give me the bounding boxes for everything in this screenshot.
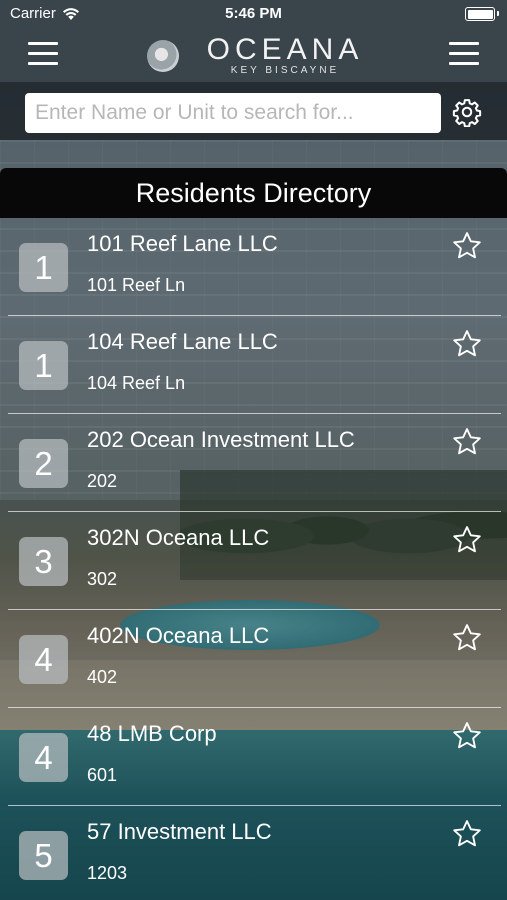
floor-badge-label: 1 xyxy=(34,346,53,384)
search-input[interactable] xyxy=(25,93,441,133)
resident-row[interactable]: 2 202 Ocean Investment LLC 202 xyxy=(0,414,507,512)
floor-badge: 3 xyxy=(19,537,68,586)
search-bar xyxy=(0,82,507,140)
hamburger-icon-bar xyxy=(28,52,58,55)
hamburger-icon-bar xyxy=(28,62,58,65)
star-outline-icon[interactable] xyxy=(451,622,483,654)
floor-badge-label: 2 xyxy=(34,444,53,482)
resident-unit: 104 Reef Ln xyxy=(87,373,186,393)
battery-level xyxy=(467,9,493,19)
status-bar: Carrier 5:46 PM xyxy=(0,0,507,28)
app-header: OCEANA KEY BISCAYNE xyxy=(0,28,507,82)
floor-badge-label: 1 xyxy=(34,248,53,286)
floor-badge-label: 5 xyxy=(34,836,53,874)
star-outline-icon[interactable] xyxy=(451,328,483,360)
circle-logo-icon xyxy=(147,40,179,72)
star-outline-icon[interactable] xyxy=(451,426,483,458)
floor-badge-label: 3 xyxy=(34,542,53,580)
left-menu-button[interactable] xyxy=(28,42,58,66)
resident-name: 104 Reef Lane LLC xyxy=(87,329,278,354)
floor-badge-label: 4 xyxy=(34,640,53,678)
resident-row[interactable]: 4 48 LMB Corp 601 xyxy=(0,708,507,806)
resident-name: 302N Oceana LLC xyxy=(87,525,270,550)
floor-badge: 4 xyxy=(19,733,68,782)
status-time: 5:46 PM xyxy=(225,5,282,22)
directory-title-bar: Residents Directory xyxy=(0,168,507,218)
resident-row[interactable]: 3 302N Oceana LLC 302 xyxy=(0,512,507,610)
hamburger-icon-bar xyxy=(449,42,479,45)
page-title: Residents Directory xyxy=(135,177,372,208)
resident-unit: 402 xyxy=(87,667,118,687)
resident-unit: 202 xyxy=(87,471,118,491)
resident-name: 202 Ocean Investment LLC xyxy=(87,427,355,452)
resident-name: 57 Investment LLC xyxy=(87,819,272,844)
resident-unit: 601 xyxy=(87,765,118,785)
brand-subtitle: KEY BISCAYNE xyxy=(230,65,340,76)
floor-badge: 2 xyxy=(19,439,68,488)
resident-unit: 101 Reef Ln xyxy=(87,275,186,295)
resident-row[interactable]: 1 104 Reef Lane LLC 104 Reef Ln xyxy=(0,316,507,414)
hamburger-icon-bar xyxy=(449,52,479,55)
right-menu-button[interactable] xyxy=(449,42,479,66)
floor-badge: 1 xyxy=(19,341,68,390)
resident-unit: 302 xyxy=(87,569,118,589)
resident-row[interactable]: 5 57 Investment LLC 1203 xyxy=(0,806,507,900)
floor-badge-label: 4 xyxy=(34,738,53,776)
resident-row[interactable]: 1 101 Reef Lane LLC 101 Reef Ln xyxy=(0,218,507,316)
resident-name: 402N Oceana LLC xyxy=(87,623,270,648)
star-outline-icon[interactable] xyxy=(451,230,483,262)
star-outline-icon[interactable] xyxy=(451,524,483,556)
resident-unit: 1203 xyxy=(87,863,128,883)
gear-icon[interactable] xyxy=(452,97,482,127)
brand-name: OCEANA xyxy=(206,33,364,66)
floor-badge: 1 xyxy=(19,243,68,292)
resident-row[interactable]: 4 402N Oceana LLC 402 xyxy=(0,610,507,708)
star-outline-icon[interactable] xyxy=(451,818,483,850)
floor-badge: 5 xyxy=(19,831,68,880)
residents-list: 1 101 Reef Lane LLC 101 Reef Ln 1 104 Re… xyxy=(0,218,507,900)
resident-name: 48 LMB Corp xyxy=(87,721,217,746)
battery-icon xyxy=(465,7,499,21)
hamburger-icon-bar xyxy=(28,42,58,45)
brand-logo: OCEANA KEY BISCAYNE xyxy=(200,33,370,77)
resident-name: 101 Reef Lane LLC xyxy=(87,231,278,256)
star-outline-icon[interactable] xyxy=(451,720,483,752)
hamburger-icon-bar xyxy=(449,62,479,65)
floor-badge: 4 xyxy=(19,635,68,684)
